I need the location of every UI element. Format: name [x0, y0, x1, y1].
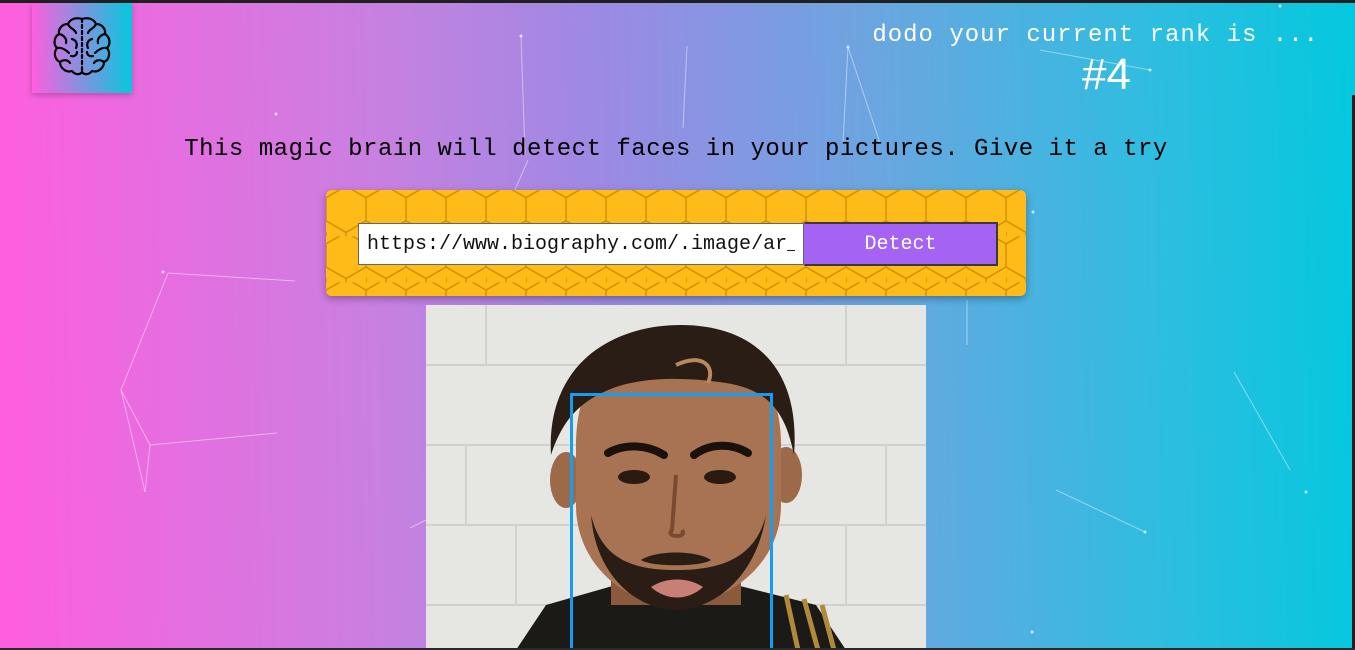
tagline: This magic brain will detect faces in yo… — [184, 136, 1168, 163]
face-image — [426, 305, 926, 650]
rank-label: dodo your current rank is ... — [872, 22, 1319, 49]
face-bounding-box — [570, 393, 773, 650]
image-link-form: Detect — [326, 190, 1026, 296]
logo[interactable] — [32, 3, 132, 93]
detect-button[interactable]: Detect — [804, 222, 998, 266]
rank-value: #4 — [1082, 50, 1131, 99]
window-top-edge — [0, 0, 1355, 3]
image-url-input[interactable] — [358, 223, 804, 265]
brain-icon — [49, 13, 115, 84]
